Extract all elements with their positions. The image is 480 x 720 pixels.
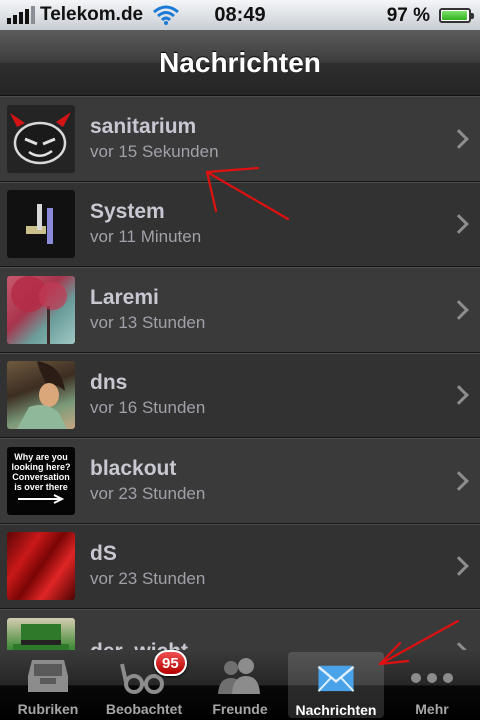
battery-percent: 97 % <box>386 5 430 26</box>
red-abstract-picture <box>7 532 75 601</box>
chevron-right-icon <box>449 641 469 650</box>
conversation-row-blackout[interactable]: Why are you looking here? Conversation i… <box>0 438 480 524</box>
wifi-icon <box>153 5 180 25</box>
tab-label: Mehr <box>415 701 449 717</box>
conversation-name: sanitarium <box>90 114 197 138</box>
leprechaun-picture <box>7 617 75 650</box>
notification-badge: 95 <box>154 650 187 676</box>
text-picture: Why are you looking here? Conversation i… <box>7 446 75 515</box>
carrier-name: Telekom.de <box>40 4 144 25</box>
anime-character-picture <box>7 361 75 430</box>
people-icon <box>218 658 260 694</box>
signal-strength-icon <box>7 6 35 24</box>
chevron-right-icon <box>449 556 469 577</box>
more-dots-icon <box>411 673 453 683</box>
tab-label: Nachrichten <box>295 702 377 718</box>
chevron-right-icon <box>449 214 469 235</box>
devil-face-icon <box>7 104 75 173</box>
conversation-name: dns <box>90 371 128 395</box>
status-bar: Telekom.de 08:49 97 % <box>0 0 480 30</box>
conversation-time: vor 15 Sekunden <box>90 141 219 161</box>
tab-mehr[interactable]: Mehr <box>384 650 480 720</box>
red-tree-picture <box>7 275 75 344</box>
chevron-right-icon <box>449 470 469 491</box>
conversation-list[interactable]: sanitarium vor 15 Sekunden System vor 11… <box>0 96 480 650</box>
chevron-right-icon <box>449 299 469 320</box>
conversation-time: vor 11 Minuten <box>90 227 202 247</box>
avatar-text: Why are you looking here? Conversation i… <box>11 451 71 492</box>
conversation-time: vor 23 Stunden <box>90 569 206 589</box>
system-logo-icon <box>7 190 75 259</box>
page-title: Nachrichten <box>159 46 321 78</box>
conversation-row-system[interactable]: System vor 11 Minuten <box>0 181 480 267</box>
conversation-row-laremi[interactable]: Laremi vor 13 Stunden <box>0 267 480 353</box>
battery-icon <box>439 8 474 23</box>
envelope-icon <box>317 665 355 692</box>
conversation-row-der-wicht[interactable]: der_wicht <box>0 609 480 650</box>
tab-nachrichten[interactable]: Nachrichten <box>288 652 384 718</box>
conversation-time: vor 13 Stunden <box>90 312 206 332</box>
conversation-name: System <box>90 200 165 224</box>
tab-bar: Rubriken Beobachtet Freunde Nachrichten <box>0 650 480 720</box>
tab-label: Rubriken <box>17 701 79 717</box>
tab-rubriken[interactable]: Rubriken <box>0 650 96 720</box>
conversation-name: dS <box>90 542 117 566</box>
tab-label: Freunde <box>212 701 268 717</box>
conversation-name: Laremi <box>90 285 159 309</box>
conversation-row-dns[interactable]: dns vor 16 Stunden <box>0 352 480 438</box>
conversation-time: vor 23 Stunden <box>90 483 206 503</box>
inbox-tray-icon <box>28 660 68 692</box>
chevron-right-icon <box>449 128 469 149</box>
tab-label: Beobachtet <box>105 701 183 717</box>
navigation-bar: Nachrichten <box>0 30 480 96</box>
conversation-row-ds[interactable]: dS vor 23 Stunden <box>0 523 480 609</box>
conversation-name: der_wicht <box>90 639 188 650</box>
conversation-time: vor 16 Stunden <box>90 398 206 418</box>
conversation-row-sanitarium[interactable]: sanitarium vor 15 Sekunden <box>0 96 480 182</box>
conversation-name: blackout <box>90 456 177 480</box>
chevron-right-icon <box>449 385 469 406</box>
tab-freunde[interactable]: Freunde <box>192 650 288 720</box>
